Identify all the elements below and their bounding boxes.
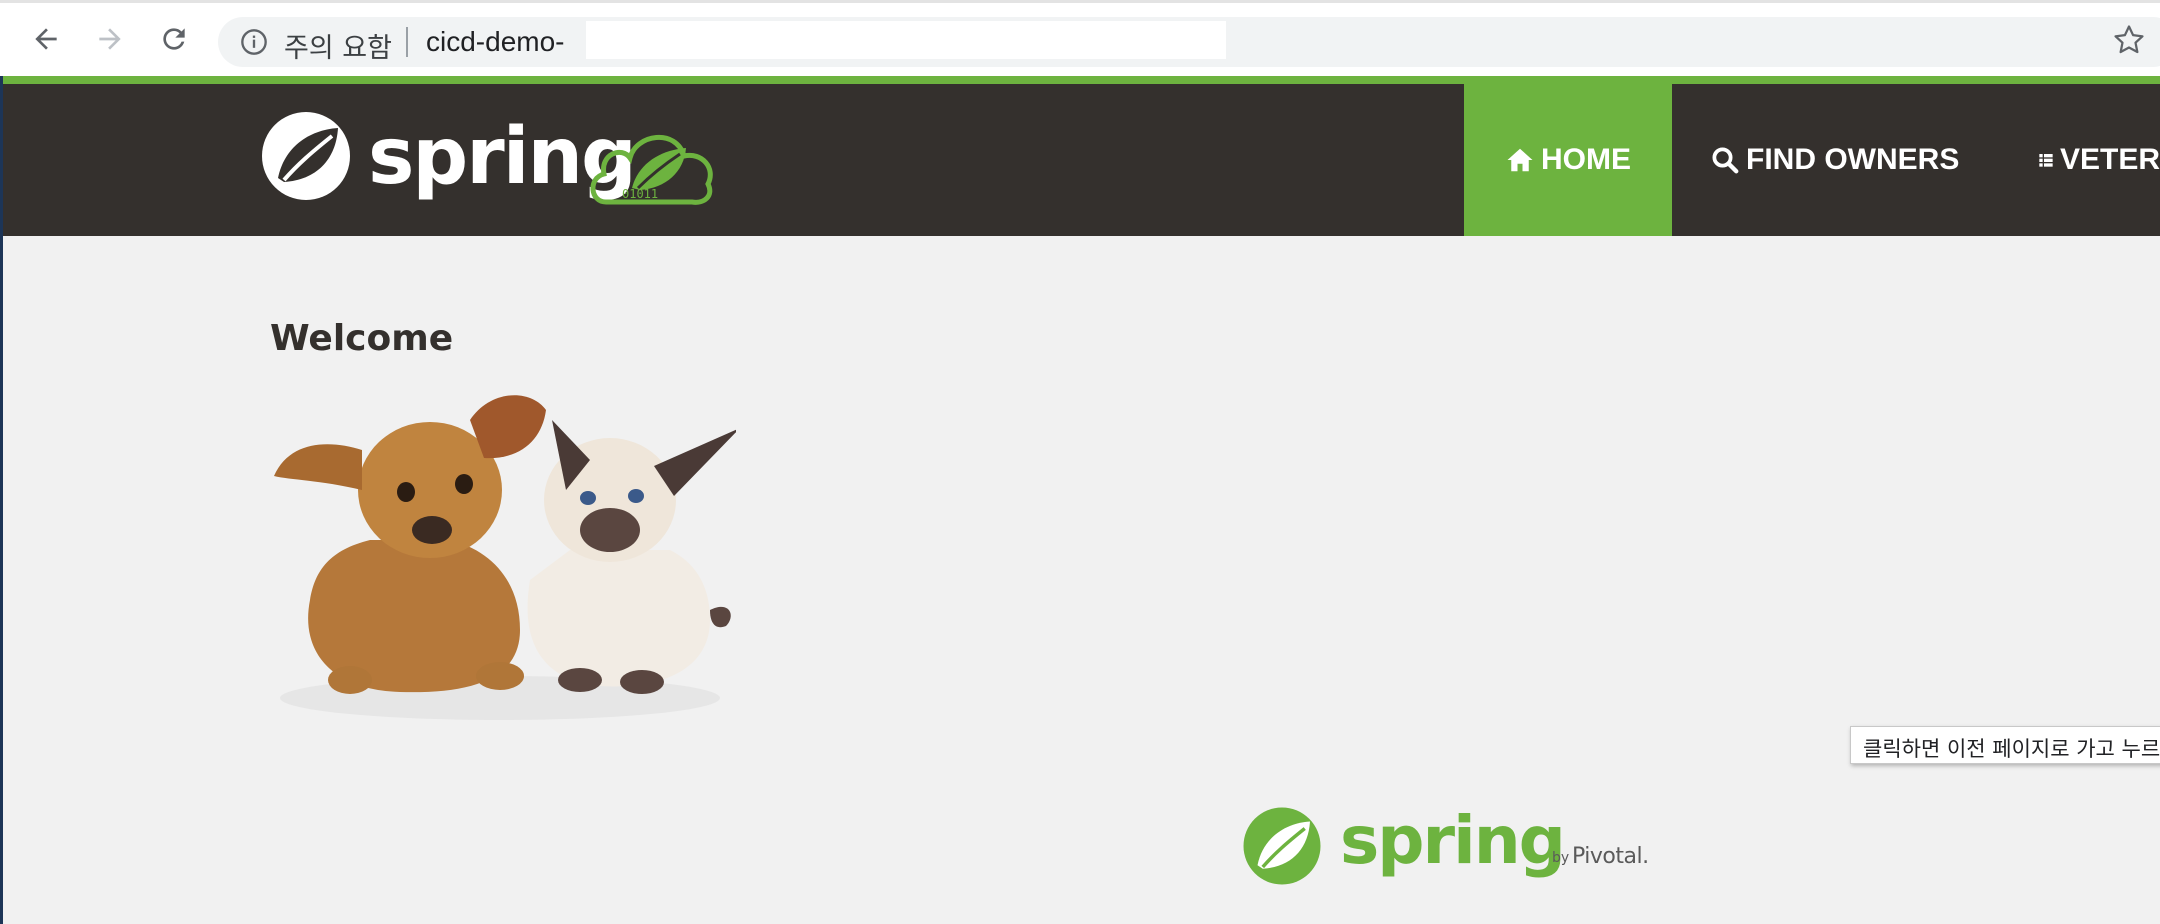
nav-home[interactable]: HOME bbox=[1464, 84, 1672, 236]
address-bar[interactable]: 주의 요함 cicd-demo- bbox=[218, 17, 2160, 67]
nav-veterinarians[interactable]: VETER bbox=[2038, 84, 2160, 236]
app-navbar: spring 01011 HOME FIND OWNERS VETER bbox=[0, 84, 2160, 236]
url-redaction bbox=[586, 21, 1226, 59]
header-accent-stripe bbox=[0, 76, 2160, 84]
footer-spring-logo: spring by Pivotal. bbox=[1240, 800, 1660, 890]
window-left-edge bbox=[0, 76, 3, 924]
spring-logo[interactable]: spring 01011 bbox=[258, 104, 718, 214]
browser-toolbar: 주의 요함 cicd-demo- bbox=[0, 0, 2160, 76]
forward-button[interactable] bbox=[90, 19, 130, 59]
search-icon bbox=[1712, 147, 1739, 174]
security-warning-label[interactable]: 주의 요함 bbox=[284, 26, 392, 65]
back-button[interactable] bbox=[26, 19, 66, 59]
spring-leaf-icon bbox=[262, 112, 350, 200]
forward-arrow-icon bbox=[99, 28, 121, 50]
home-icon bbox=[1507, 148, 1533, 172]
footer-wordmark: spring bbox=[1340, 802, 1566, 879]
nav-home-label: HOME bbox=[1541, 143, 1631, 176]
url-text[interactable]: cicd-demo- bbox=[426, 26, 564, 58]
footer-by-text: by bbox=[1552, 850, 1570, 866]
star-icon[interactable] bbox=[2112, 23, 2146, 57]
back-arrow-icon bbox=[35, 28, 57, 50]
svg-text:01011: 01011 bbox=[622, 187, 658, 201]
cloud-leaf-icon: 01011 bbox=[590, 135, 713, 205]
reload-button[interactable] bbox=[154, 19, 194, 59]
footer-pivotal-text: Pivotal. bbox=[1572, 844, 1649, 869]
nav-veterinarians-label: VETER bbox=[2059, 143, 2160, 176]
nav-find-owners-label: FIND OWNERS bbox=[1746, 143, 1960, 176]
info-icon[interactable] bbox=[240, 28, 268, 56]
url-divider bbox=[406, 27, 408, 57]
pets-image bbox=[274, 395, 736, 720]
spring-leaf-icon bbox=[1243, 807, 1321, 885]
page-title: Welcome bbox=[270, 318, 454, 359]
nav-find-owners[interactable]: FIND OWNERS bbox=[1710, 84, 1970, 236]
list-icon bbox=[2039, 154, 2053, 167]
tooltip: 클릭하면 이전 페이지로 가고 누르고 bbox=[1850, 726, 2160, 764]
reload-icon bbox=[163, 28, 185, 50]
